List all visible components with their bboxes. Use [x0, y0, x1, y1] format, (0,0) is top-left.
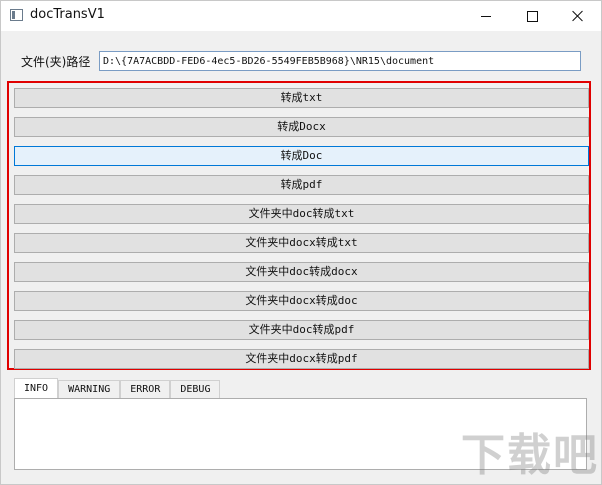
maximize-icon: [526, 10, 538, 22]
window-title: docTransV1: [30, 7, 105, 22]
tab-debug[interactable]: DEBUG: [170, 380, 221, 398]
folder-doc-to-txt-button[interactable]: 文件夹中doc转成txt: [14, 204, 589, 224]
path-label: 文件(夹)路径: [21, 55, 91, 69]
app-icon: [10, 9, 23, 21]
maximize-button[interactable]: [509, 1, 555, 31]
minimize-button[interactable]: [463, 1, 509, 31]
convert-button-list: 转成txt 转成Docx 转成Doc 转成pdf 文件夹中doc转成txt 文件…: [14, 88, 589, 378]
watermark: 下载吧: [461, 430, 599, 481]
tab-error[interactable]: ERROR: [120, 380, 171, 398]
folder-docx-to-pdf-button[interactable]: 文件夹中docx转成pdf: [14, 349, 589, 369]
app-window: docTransV1 文件(夹)路径 转成txt 转成Docx 转成Doc 转成…: [0, 0, 602, 485]
path-input[interactable]: [99, 51, 581, 71]
close-icon: [572, 10, 584, 22]
minimize-icon: [481, 15, 491, 17]
to-doc-button[interactable]: 转成Doc: [14, 146, 589, 166]
to-pdf-button[interactable]: 转成pdf: [14, 175, 589, 195]
tab-info[interactable]: INFO: [14, 378, 59, 398]
folder-docx-to-doc-button[interactable]: 文件夹中docx转成doc: [14, 291, 589, 311]
folder-doc-to-docx-button[interactable]: 文件夹中doc转成docx: [14, 262, 589, 282]
title-bar[interactable]: docTransV1: [1, 1, 601, 31]
tab-warning[interactable]: WARNING: [58, 380, 121, 398]
folder-docx-to-txt-button[interactable]: 文件夹中docx转成txt: [14, 233, 589, 253]
log-tabs: INFO WARNING ERROR DEBUG: [14, 378, 221, 398]
to-docx-button[interactable]: 转成Docx: [14, 117, 589, 137]
close-button[interactable]: [555, 1, 601, 31]
to-txt-button[interactable]: 转成txt: [14, 88, 589, 108]
folder-doc-to-pdf-button[interactable]: 文件夹中doc转成pdf: [14, 320, 589, 340]
